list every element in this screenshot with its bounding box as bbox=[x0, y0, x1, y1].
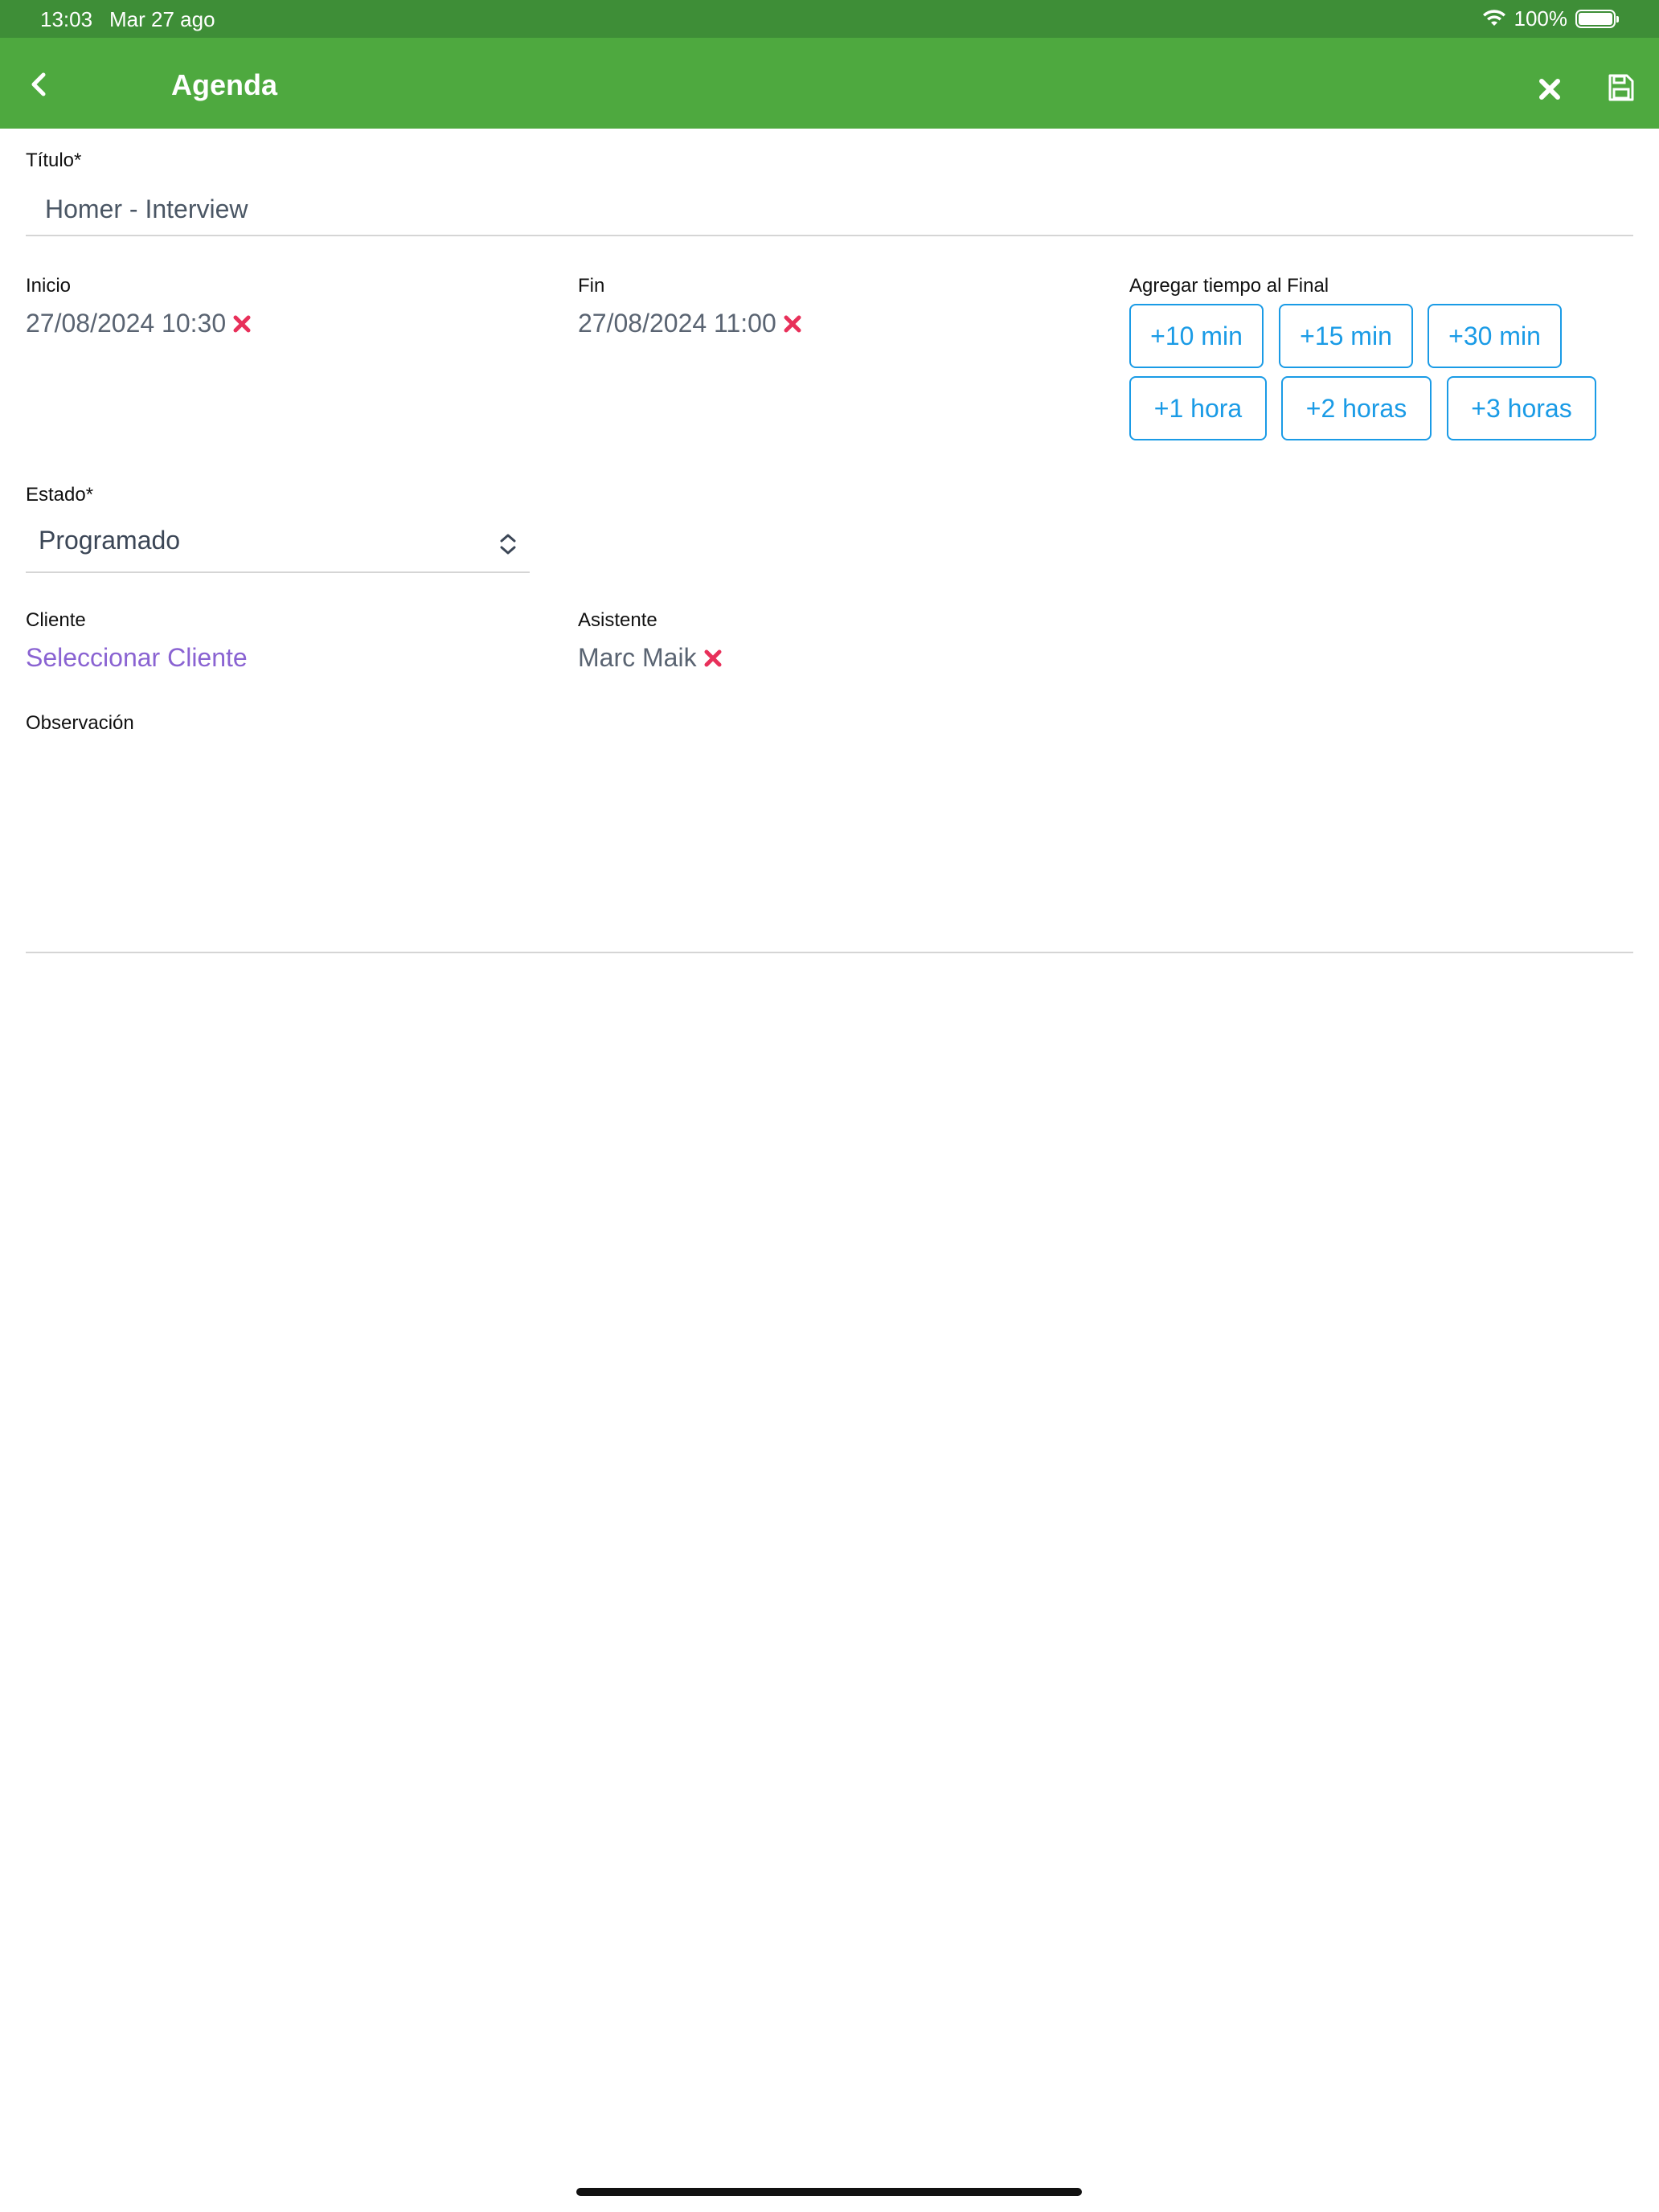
clear-start-icon[interactable] bbox=[232, 314, 252, 334]
add-30-min-button[interactable]: +30 min bbox=[1428, 304, 1562, 368]
clear-end-icon[interactable] bbox=[783, 314, 802, 334]
add-3-hours-button[interactable]: +3 horas bbox=[1447, 376, 1596, 440]
assistant-field[interactable]: Marc Maik bbox=[578, 643, 723, 673]
client-label: Cliente bbox=[26, 609, 86, 631]
add-2-hours-button[interactable]: +2 horas bbox=[1281, 376, 1432, 440]
title-label: Título* bbox=[26, 150, 82, 171]
save-icon[interactable] bbox=[1604, 72, 1636, 104]
start-field[interactable]: 27/08/2024 10:30 bbox=[26, 309, 252, 338]
end-label: Fin bbox=[578, 275, 605, 297]
navbar: Agenda bbox=[0, 38, 1659, 129]
start-label: Inicio bbox=[26, 275, 72, 297]
end-field[interactable]: 27/08/2024 11:00 bbox=[578, 309, 802, 338]
home-indicator bbox=[576, 2188, 1082, 2196]
status-select[interactable]: Programado bbox=[26, 514, 530, 573]
wifi-icon bbox=[1482, 9, 1505, 26]
assistant-label: Asistente bbox=[578, 609, 657, 631]
add-time-label: Agregar tiempo al Final bbox=[1129, 275, 1329, 297]
add-1-hour-button[interactable]: +1 hora bbox=[1129, 376, 1267, 440]
close-icon[interactable] bbox=[1534, 73, 1566, 105]
status-time: 13:03 bbox=[40, 7, 93, 31]
status-bar: 13:03 Mar 27 ago 100% bbox=[0, 0, 1659, 38]
end-value[interactable]: 27/08/2024 11:00 bbox=[578, 309, 776, 338]
status-value[interactable]: Programado bbox=[39, 526, 180, 555]
battery-icon bbox=[1575, 10, 1619, 28]
observation-label: Observación bbox=[26, 712, 134, 734]
status-label: Estado* bbox=[26, 484, 94, 506]
add-10-min-button[interactable]: +10 min bbox=[1129, 304, 1264, 368]
battery-percent: 100% bbox=[1514, 6, 1568, 31]
clear-assistant-icon[interactable] bbox=[703, 649, 723, 668]
status-right: 100% bbox=[1482, 6, 1619, 31]
chevron-up-down-icon[interactable] bbox=[498, 532, 518, 556]
start-value[interactable]: 27/08/2024 10:30 bbox=[26, 309, 226, 338]
battery-fill bbox=[1579, 13, 1612, 25]
add-15-min-button[interactable]: +15 min bbox=[1279, 304, 1413, 368]
observation-textarea[interactable] bbox=[26, 748, 1633, 953]
select-client-link[interactable]: Seleccionar Cliente bbox=[26, 643, 248, 673]
status-date: Mar 27 ago bbox=[109, 7, 215, 31]
assistant-value[interactable]: Marc Maik bbox=[578, 643, 697, 672]
chevron-left-icon[interactable] bbox=[24, 68, 56, 100]
title-input[interactable] bbox=[26, 183, 1633, 236]
page-title: Agenda bbox=[171, 68, 278, 101]
